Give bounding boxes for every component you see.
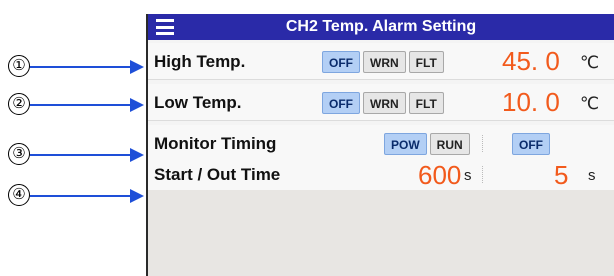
callout-arrow-head bbox=[130, 60, 144, 74]
high-temp-flt-button[interactable]: FLT bbox=[408, 51, 444, 73]
monitor-pow-button[interactable]: POW bbox=[384, 133, 427, 155]
callout-arrow-head bbox=[130, 148, 144, 162]
callout-number: ④ bbox=[8, 184, 30, 206]
monitor-option-group: OFF bbox=[512, 133, 550, 155]
callout-arrow-head bbox=[130, 189, 144, 203]
callout-1: ① bbox=[8, 55, 144, 79]
callout-number: ② bbox=[8, 93, 30, 115]
low-temp-off-button[interactable]: OFF bbox=[322, 92, 360, 114]
high-temp-mode-group: OFF WRN FLT bbox=[322, 51, 444, 73]
monitor-timing-row: Monitor Timing POW RUN OFF bbox=[148, 125, 614, 162]
monitor-timing-label: Monitor Timing bbox=[154, 134, 277, 153]
low-temp-flt-button[interactable]: FLT bbox=[408, 92, 444, 114]
callout-arrow-line bbox=[30, 66, 132, 68]
high-temp-label: High Temp. bbox=[154, 52, 246, 71]
monitor-run-button[interactable]: RUN bbox=[429, 133, 470, 155]
low-temp-mode-group: OFF WRN FLT bbox=[322, 92, 444, 114]
high-temp-row: High Temp. OFF WRN FLT 45. 0 ℃ bbox=[148, 43, 614, 80]
high-temp-off-button[interactable]: OFF bbox=[322, 51, 360, 73]
low-temp-wrn-button[interactable]: WRN bbox=[363, 92, 406, 114]
callout-arrow-line bbox=[30, 195, 132, 197]
monitor-off-button[interactable]: OFF bbox=[512, 133, 550, 155]
title-bar: CH2 Temp. Alarm Setting bbox=[148, 14, 614, 40]
start-out-time-row: Start / Out Time 600 s 5 s bbox=[148, 160, 614, 190]
out-time-value[interactable]: 5 bbox=[554, 160, 568, 190]
hamburger-menu-icon[interactable] bbox=[156, 19, 174, 35]
empty-area bbox=[148, 190, 614, 276]
low-temp-row: Low Temp. OFF WRN FLT 10. 0 ℃ bbox=[148, 84, 614, 121]
low-temp-value[interactable]: 10. 0 bbox=[502, 87, 560, 117]
screen-title: CH2 Temp. Alarm Setting bbox=[285, 18, 477, 35]
callout-arrow-head bbox=[130, 98, 144, 112]
callout-number: ① bbox=[8, 55, 30, 77]
high-temp-wrn-button[interactable]: WRN bbox=[363, 51, 406, 73]
callout-4: ④ bbox=[8, 184, 144, 208]
callout-number: ③ bbox=[8, 143, 30, 165]
monitor-timing-mode-group: POW RUN bbox=[384, 133, 470, 155]
out-time-unit: s bbox=[588, 167, 596, 184]
high-temp-unit: ℃ bbox=[580, 53, 600, 72]
high-temp-value[interactable]: 45. 0 bbox=[502, 46, 560, 76]
start-out-time-label: Start / Out Time bbox=[154, 165, 281, 184]
start-time-value[interactable]: 600 bbox=[418, 160, 461, 190]
alarm-setting-screen: CH2 Temp. Alarm Setting High Temp. OFF W… bbox=[146, 14, 614, 276]
separator bbox=[482, 135, 484, 152]
start-time-unit: s bbox=[464, 167, 472, 184]
callout-2: ② bbox=[8, 93, 144, 117]
low-temp-unit: ℃ bbox=[580, 94, 600, 113]
callout-arrow-line bbox=[30, 104, 132, 106]
separator bbox=[482, 166, 484, 183]
low-temp-label: Low Temp. bbox=[154, 93, 242, 112]
callout-3: ③ bbox=[8, 143, 144, 167]
callout-arrow-line bbox=[30, 154, 132, 156]
